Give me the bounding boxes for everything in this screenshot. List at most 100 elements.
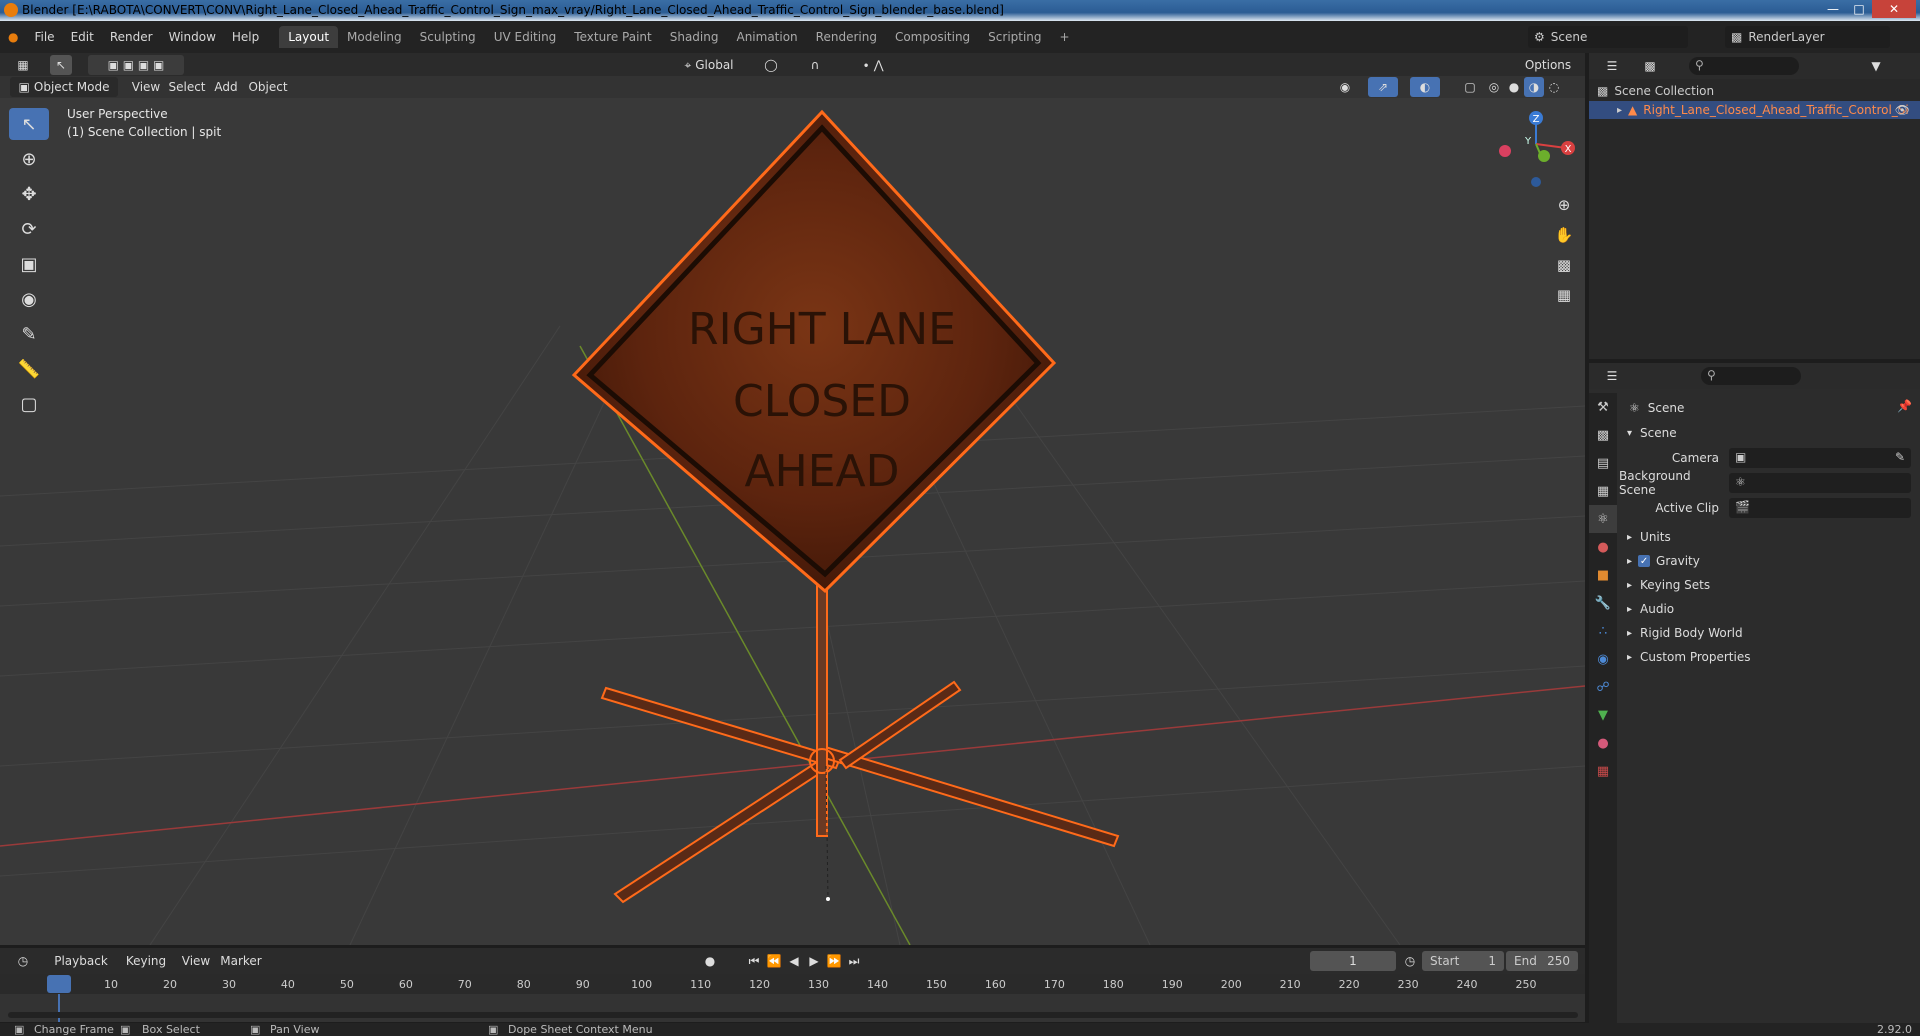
camera-field[interactable]: ▣ ✎ [1729,448,1911,468]
tab-layout[interactable]: Layout [279,26,339,48]
panel-gravity[interactable]: ▸ ✓ Gravity [1627,550,1700,572]
render-tab-icon[interactable]: ▩ [1589,421,1617,449]
timeline-area[interactable]: 1102030405060708090100110120130140150160… [0,974,1585,1022]
current-frame-field[interactable]: 1 [1310,951,1396,971]
options-dropdown[interactable]: Options [1518,55,1578,75]
add-workspace-button[interactable]: + [1051,26,1079,48]
outliner-search-input[interactable]: ⚲ [1689,57,1799,75]
close-button[interactable]: ✕ [1872,0,1916,18]
outliner-item-sign[interactable]: ▸ ▲ Right_Lane_Closed_Ahead_Traffic_Cont… [1589,101,1920,119]
tab-uv-editing[interactable]: UV Editing [485,26,566,48]
menu-object[interactable]: Object [246,77,290,97]
3d-viewport[interactable]: RIGHT LANE CLOSED AHEAD Z X Y User Persp… [0,76,1585,945]
perspective-toggle-icon[interactable]: ▦ [1552,283,1576,307]
render-layer-selector[interactable]: ▩ RenderLayer [1725,26,1890,48]
active-clip-field[interactable]: 🎬 [1729,498,1911,518]
menu-timeline-view[interactable]: View [180,951,212,971]
panel-audio[interactable]: ▸ Audio [1627,598,1674,620]
rendered-shading-icon[interactable]: ◌ [1544,77,1564,97]
tab-compositing[interactable]: Compositing [886,26,979,48]
panel-rigid-body-world[interactable]: ▸ Rigid Body World [1627,622,1743,644]
menu-keying[interactable]: Keying [118,951,174,971]
timeline-editor-icon[interactable]: ◷ [8,951,38,971]
menu-edit[interactable]: Edit [63,30,102,44]
menu-help[interactable]: Help [224,30,267,44]
play-reverse-icon[interactable]: ◀ [785,951,803,971]
tab-modeling[interactable]: Modeling [338,26,411,48]
panel-custom-properties[interactable]: ▸ Custom Properties [1627,646,1750,668]
tab-texture-paint[interactable]: Texture Paint [565,26,660,48]
mode-dropdown[interactable]: ▣ Object Mode [10,77,118,97]
move-tool-icon[interactable]: ✥ [9,178,49,210]
world-tab-icon[interactable]: ● [1589,533,1617,561]
proportional-edit-icon[interactable]: ∙ ⋀ [848,55,898,75]
minimize-button[interactable]: — [1820,0,1846,18]
snap-icon[interactable]: ∩ [790,55,840,75]
zoom-icon[interactable]: ⊕ [1552,193,1576,217]
panel-units[interactable]: ▸ Units [1627,526,1671,548]
record-icon[interactable]: ● [700,951,720,971]
wireframe-shading-icon[interactable]: ◎ [1484,77,1504,97]
transform-tool-icon[interactable]: ◉ [9,283,49,315]
annotate-tool-icon[interactable]: ✎ [9,318,49,350]
eyedropper-icon[interactable]: ✎ [1895,450,1905,464]
frame-ruler[interactable]: 1102030405060708090100110120130140150160… [0,974,1585,994]
end-frame-field[interactable]: End 250 [1506,951,1578,971]
gizmo-toggle-icon[interactable]: ⇗ [1368,77,1398,97]
object-tab-icon[interactable]: ■ [1589,561,1617,589]
camera-view-icon[interactable]: ▩ [1552,253,1576,277]
menu-select[interactable]: Select [168,77,206,97]
pin-icon[interactable]: 📌 [1897,399,1912,413]
select-tool-icon[interactable]: ↖ [50,55,72,75]
output-tab-icon[interactable]: ▤ [1589,449,1617,477]
measure-tool-icon[interactable]: 📏 [9,353,49,385]
data-tab-icon[interactable]: ▼ [1589,701,1617,729]
preview-range-icon[interactable]: ◷ [1400,951,1420,971]
xray-icon[interactable]: ▢ [1460,77,1480,97]
solid-shading-icon[interactable]: ● [1504,77,1524,97]
modifier-tab-icon[interactable]: 🔧 [1589,589,1617,617]
menu-playback[interactable]: Playback [48,951,114,971]
texture-tab-icon[interactable]: ▦ [1589,757,1617,785]
scale-tool-icon[interactable]: ▣ [9,248,49,280]
properties-editor-icon[interactable]: ☰ [1597,366,1627,386]
tab-scripting[interactable]: Scripting [979,26,1050,48]
rotate-tool-icon[interactable]: ⟳ [9,213,49,245]
transform-orientation-dropdown[interactable]: ⌖ Global [670,55,748,75]
play-icon[interactable]: ▶ [805,951,823,971]
timeline-scrollbar[interactable] [8,1012,1578,1018]
visibility-eye-icon[interactable]: 👁 [1895,103,1910,117]
outliner-scene-collection[interactable]: ▩ Scene Collection [1597,82,1714,100]
jump-start-icon[interactable]: ⏮ [745,951,763,971]
gravity-checkbox[interactable]: ✓ [1638,555,1651,567]
tool-tab-icon[interactable]: ⚒ [1589,393,1617,421]
jump-keyframe-forward-icon[interactable]: ⏩ [825,951,843,971]
outliner-editor-icon[interactable]: ☰ [1597,56,1627,76]
menu-render[interactable]: Render [102,30,161,44]
playhead[interactable] [47,975,71,993]
selection-mode-buttons[interactable]: ▣ ▣ ▣ ▣ [88,55,184,75]
add-cube-tool-icon[interactable]: ▢ [9,388,49,420]
pan-hand-icon[interactable]: ✋ [1552,223,1576,247]
cursor-tool-icon[interactable]: ⊕ [9,143,49,175]
tab-animation[interactable]: Animation [727,26,806,48]
jump-keyframe-back-icon[interactable]: ⏪ [765,951,783,971]
maximize-button[interactable]: □ [1846,0,1872,18]
scene-section-header[interactable]: ▾ Scene [1627,422,1677,444]
overlay-toggle-icon[interactable]: ◐ [1410,77,1440,97]
scene-tab-icon[interactable]: ⚛ [1589,505,1617,533]
start-frame-field[interactable]: Start 1 [1422,951,1504,971]
material-shading-icon[interactable]: ◑ [1524,77,1544,97]
scene-selector[interactable]: ⚙ Scene [1528,26,1688,48]
menu-add[interactable]: Add [212,77,240,97]
pivot-point-icon[interactable]: ◯ [756,55,786,75]
filter-icon[interactable]: ▼ [1861,56,1891,76]
tab-rendering[interactable]: Rendering [807,26,886,48]
jump-end-icon[interactable]: ⏭ [845,951,863,971]
material-tab-icon[interactable]: ● [1589,729,1617,757]
menu-marker[interactable]: Marker [218,951,264,971]
navigation-gizmo[interactable]: Z X Y [1499,111,1575,187]
editor-type-icon[interactable]: ▦ [8,55,38,75]
display-mode-icon[interactable]: ▩ [1635,56,1665,76]
properties-search-input[interactable]: ⚲ [1701,367,1801,385]
